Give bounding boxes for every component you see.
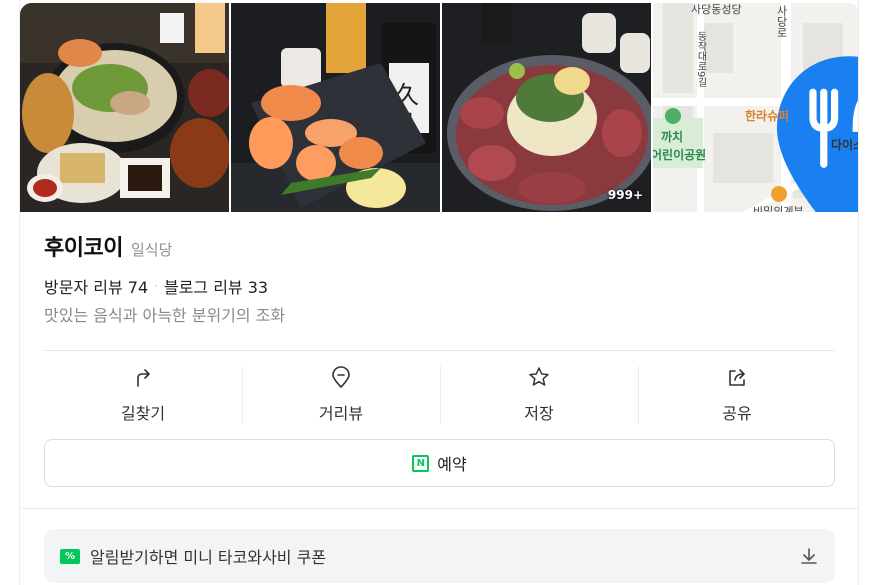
directions-label: 길찾기: [120, 404, 166, 423]
place-name: 후이코이: [44, 236, 123, 261]
divider: [44, 350, 835, 351]
blog-reviews-link[interactable]: 블로그 리뷰 33: [164, 274, 268, 298]
beef-image: [442, 3, 651, 212]
map-label-bottom: 비밀의계부: [753, 205, 804, 212]
directions-button[interactable]: 길찾기: [44, 362, 242, 424]
coupon-icon: %: [60, 548, 80, 564]
hotpot-image: [20, 3, 229, 212]
map-label-park-2: 어린이공원: [653, 148, 707, 162]
share-label: 공유: [722, 404, 752, 423]
review-summary: 방문자 리뷰 74 · 블로그 리뷰 33: [44, 274, 836, 298]
save-label: 저장: [524, 404, 554, 423]
star-icon: [529, 367, 549, 386]
section-divider: [20, 508, 858, 509]
title-row: 후이코이 일식당: [44, 230, 836, 264]
place-info: 후이코이 일식당 방문자 리뷰 74 · 블로그 리뷰 33 맛있는 음식과 아…: [44, 230, 836, 326]
save-button[interactable]: 저장: [440, 362, 638, 424]
share-button[interactable]: 공유: [638, 362, 836, 424]
share-icon: [729, 369, 745, 386]
street-view-label: 거리뷰: [318, 404, 364, 423]
directions-icon: [137, 369, 150, 387]
salmon-sashimi-photo[interactable]: 久 田: [231, 3, 440, 212]
map-pin-icon: [776, 56, 858, 212]
reserve-label: 예약: [437, 455, 467, 474]
place-card: 久 田: [19, 0, 859, 585]
map-label-shop: 다이소: [831, 138, 858, 152]
reserve-button[interactable]: N 예약: [44, 439, 835, 487]
map-label-road-vertical: 동작대로9길: [695, 31, 706, 88]
map-label-park-1: 까치: [661, 130, 684, 144]
map-label-pin: 한라슈퍼: [745, 109, 790, 123]
action-bar: 길찾기 거리뷰 저장 공유: [44, 362, 836, 424]
place-tagline: 맛있는 음식과 아늑한 분위기의 조화: [44, 306, 286, 325]
visitor-reviews-link[interactable]: 방문자 리뷰 74: [44, 274, 148, 298]
place-category: 일식당: [130, 241, 173, 259]
map-label-road-right: 사당로: [775, 5, 788, 38]
salmon-image: 久 田: [231, 3, 440, 212]
street-view-icon: [332, 366, 350, 388]
beef-tataki-photo[interactable]: 999+: [442, 3, 651, 212]
coupon-banner[interactable]: % 알림받기하면 미니 타코와사비 쿠폰: [44, 529, 835, 583]
photo-count-badge: 999+: [607, 188, 643, 202]
street-view-button[interactable]: 거리뷰: [242, 362, 440, 424]
naver-booking-icon: N: [412, 454, 430, 472]
photo-strip: 久 田: [20, 3, 858, 212]
review-separator: ·: [154, 279, 158, 293]
coupon-label: 알림받기하면 미니 타코와사비 쿠폰: [90, 548, 327, 567]
map-label-top: 사당동성당: [691, 3, 742, 16]
hotpot-dishes-photo[interactable]: [20, 3, 229, 212]
download-icon[interactable]: [799, 546, 819, 566]
location-map[interactable]: 사당동성당 사당로 동작대로9길 한라슈퍼 까치 어린이공원 다이소 비밀의계부: [653, 3, 858, 212]
